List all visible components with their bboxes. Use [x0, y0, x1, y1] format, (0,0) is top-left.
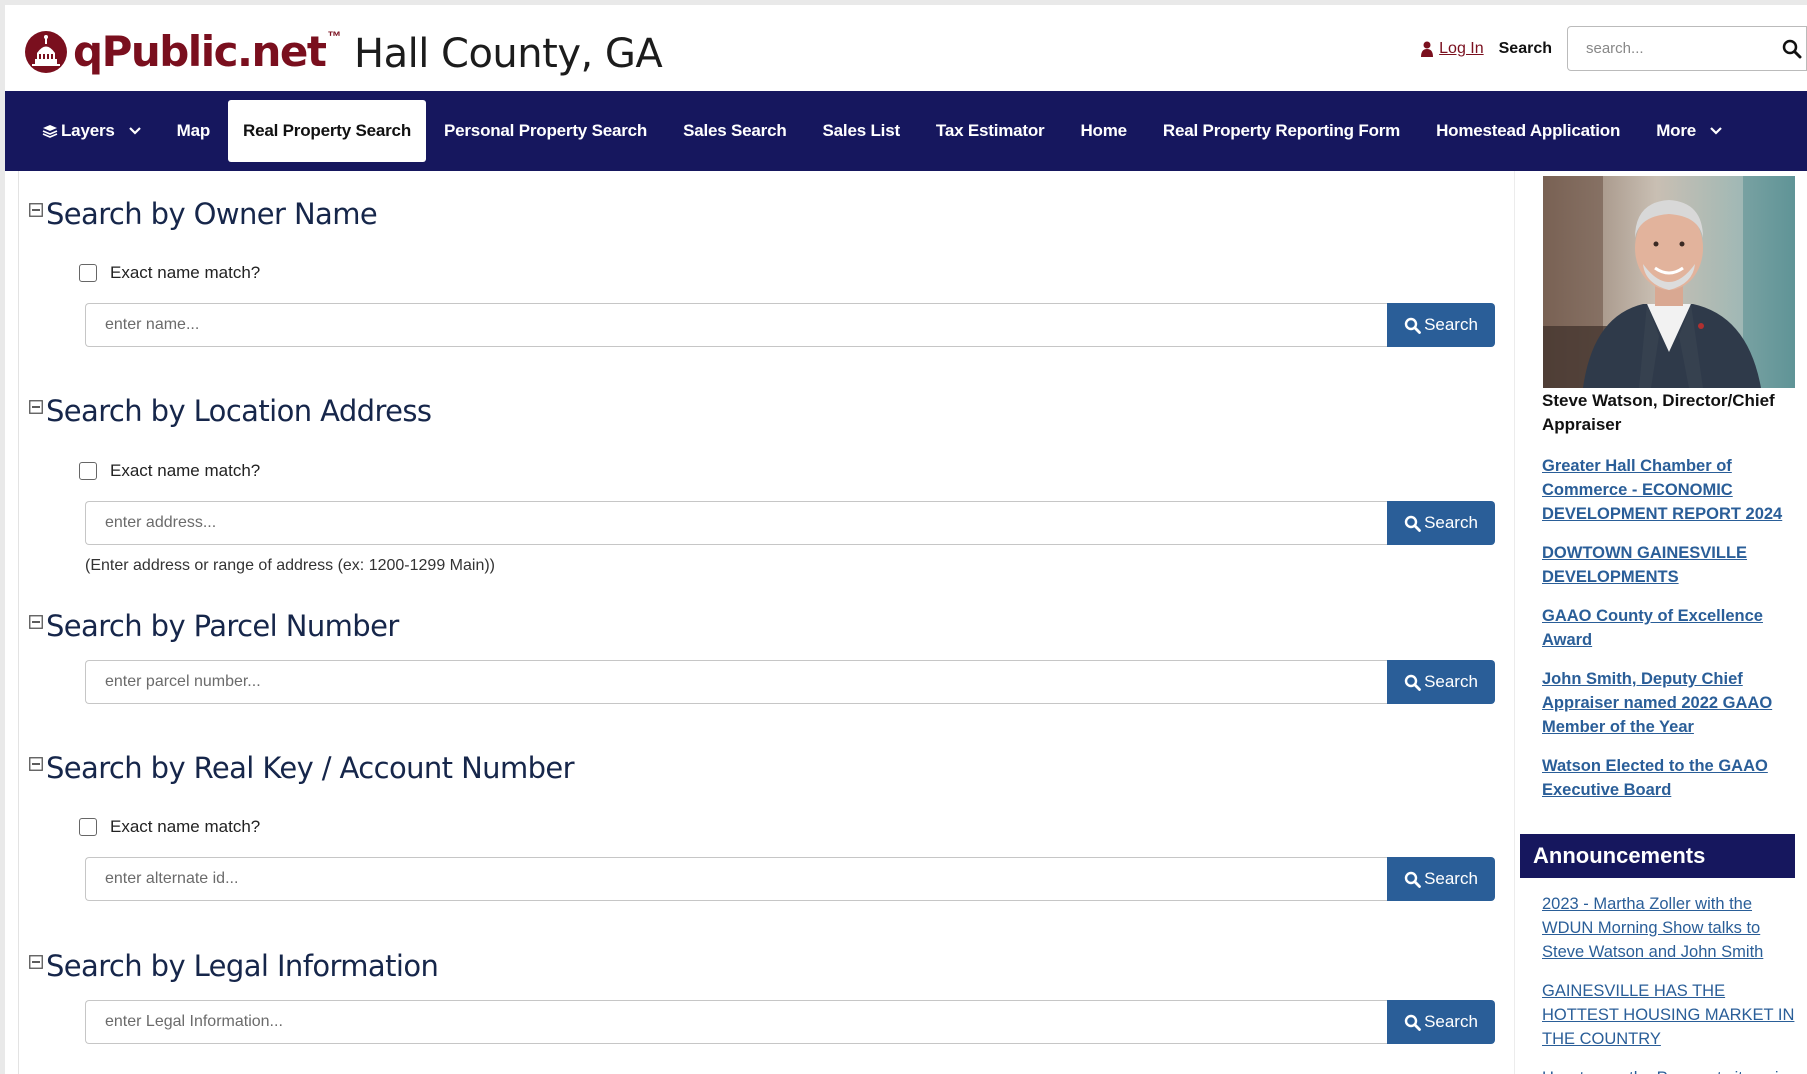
header-search-label: Search — [1498, 39, 1552, 57]
nav-personal-property-search[interactable]: Personal Property Search — [426, 100, 665, 162]
owner-name-input[interactable] — [85, 303, 1387, 347]
capitol-dome-icon — [25, 31, 67, 73]
address-field: Search — [85, 501, 1495, 545]
parcel-field: Search — [85, 660, 1495, 704]
director-photo — [1543, 176, 1795, 388]
exact-match-checkbox[interactable] — [79, 264, 97, 282]
collapse-icon[interactable] — [29, 400, 43, 414]
login-link[interactable]: Log In — [1421, 39, 1484, 58]
exact-match-address: Exact name match? — [79, 461, 260, 481]
legal-info-search-button[interactable]: Search — [1387, 1000, 1495, 1044]
search-icon — [1404, 515, 1421, 532]
main-nav: Layers Map Real Property Search Personal… — [5, 91, 1807, 171]
header-search-box — [1567, 26, 1807, 71]
sidebar: Steve Watson, Director/Chief Appraiser G… — [1514, 171, 1807, 1074]
announcement-link[interactable]: GAINESVILLE HAS THE HOTTEST HOUSING MARK… — [1542, 979, 1802, 1051]
section-title-location-address[interactable]: Search by Location Address — [29, 394, 432, 428]
left-gutter — [5, 171, 19, 1074]
section-title-real-key[interactable]: Search by Real Key / Account Number — [29, 751, 575, 785]
user-icon — [1421, 41, 1434, 57]
page: qPublic.net ™ Hall County, GA Log In Sea… — [5, 5, 1807, 1074]
collapse-icon[interactable] — [29, 203, 43, 217]
news-link[interactable]: DOWTOWN GAINESVILLE DEVELOPMENTS — [1542, 541, 1802, 589]
alternate-id-field: Search — [85, 857, 1495, 901]
chevron-down-icon — [128, 127, 141, 135]
header-search-input[interactable] — [1568, 27, 1806, 70]
section-title-parcel-number[interactable]: Search by Parcel Number — [29, 609, 399, 643]
nav-real-property-search[interactable]: Real Property Search — [228, 100, 426, 162]
news-link[interactable]: John Smith, Deputy Chief Appraiser named… — [1542, 667, 1802, 739]
section-title-legal-information[interactable]: Search by Legal Information — [29, 949, 439, 983]
header-actions: Log In Search — [1421, 26, 1807, 71]
site-logo[interactable]: qPublic.net ™ — [21, 27, 342, 76]
announcement-link[interactable]: 2023 - Martha Zoller with the WDUN Morni… — [1542, 892, 1802, 964]
trademark-mark: ™ — [327, 28, 342, 44]
announcement-links: 2023 - Martha Zoller with the WDUN Morni… — [1542, 892, 1802, 1074]
collapse-icon[interactable] — [29, 757, 43, 771]
exact-match-owner: Exact name match? — [79, 263, 260, 283]
layers-icon — [42, 125, 58, 138]
exact-match-real-key: Exact name match? — [79, 817, 260, 837]
exact-match-checkbox[interactable] — [79, 818, 97, 836]
nav-map[interactable]: Map — [159, 100, 228, 162]
nav-more[interactable]: More — [1638, 100, 1740, 162]
news-link[interactable]: GAAO County of Excellence Award — [1542, 604, 1802, 652]
director-portrait-image — [1543, 176, 1795, 388]
nav-home[interactable]: Home — [1062, 100, 1144, 162]
chevron-down-icon — [1710, 127, 1722, 135]
section-title-owner-name[interactable]: Search by Owner Name — [29, 197, 378, 231]
collapse-icon[interactable] — [29, 615, 43, 629]
search-panel: Search by Owner Name Exact name match? S… — [19, 171, 1514, 1074]
nav-sales-search[interactable]: Sales Search — [665, 100, 804, 162]
search-icon — [1404, 674, 1421, 691]
announcement-link[interactable]: How to use the Passport site - view — [1542, 1066, 1802, 1074]
address-search-button[interactable]: Search — [1387, 501, 1495, 545]
news-links: Greater Hall Chamber of Commerce - ECONO… — [1542, 454, 1802, 817]
legal-info-input[interactable] — [85, 1000, 1387, 1044]
parcel-input[interactable] — [85, 660, 1387, 704]
address-hint: (Enter address or range of address (ex: … — [85, 557, 495, 574]
search-icon[interactable] — [1782, 39, 1802, 59]
parcel-search-button[interactable]: Search — [1387, 660, 1495, 704]
news-link[interactable]: Greater Hall Chamber of Commerce - ECONO… — [1542, 454, 1802, 526]
legal-info-field: Search — [85, 1000, 1495, 1044]
alternate-id-input[interactable] — [85, 857, 1387, 901]
search-icon — [1404, 871, 1421, 888]
login-label: Log In — [1439, 39, 1484, 57]
address-input[interactable] — [85, 501, 1387, 545]
county-title: Hall County, GA — [354, 31, 663, 77]
owner-search-button[interactable]: Search — [1387, 303, 1495, 347]
nav-real-property-reporting-form[interactable]: Real Property Reporting Form — [1145, 100, 1418, 162]
site-header: qPublic.net ™ Hall County, GA Log In Sea… — [5, 5, 1807, 91]
news-link[interactable]: Watson Elected to the GAAO Executive Boa… — [1542, 754, 1802, 802]
search-icon — [1404, 1014, 1421, 1031]
director-caption: Steve Watson, Director/Chief Appraiser — [1542, 391, 1775, 434]
search-icon — [1404, 317, 1421, 334]
brand-name: qPublic.net — [73, 27, 327, 76]
nav-homestead-application[interactable]: Homestead Application — [1418, 100, 1638, 162]
nav-sales-list[interactable]: Sales List — [805, 100, 918, 162]
announcements-header: Announcements — [1520, 834, 1795, 878]
collapse-icon[interactable] — [29, 955, 43, 969]
exact-match-checkbox[interactable] — [79, 462, 97, 480]
alternate-id-search-button[interactable]: Search — [1387, 857, 1495, 901]
owner-name-field: Search — [85, 303, 1495, 347]
nav-tax-estimator[interactable]: Tax Estimator — [918, 100, 1063, 162]
nav-layers[interactable]: Layers — [24, 100, 159, 162]
